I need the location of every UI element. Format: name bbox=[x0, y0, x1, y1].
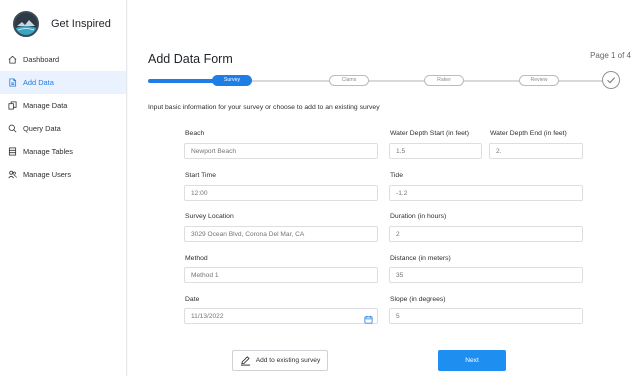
app-window: Get Inspired Dashboard Add Data Manage D… bbox=[0, 0, 640, 376]
file-icon bbox=[7, 78, 17, 88]
date-input[interactable] bbox=[184, 308, 378, 324]
form-intro: Input basic information for your survey … bbox=[148, 104, 380, 111]
water-depth-end-label: Water Depth End (in feet) bbox=[490, 130, 567, 137]
brand[interactable]: Get Inspired bbox=[0, 0, 126, 48]
beach-label: Beach bbox=[185, 130, 205, 137]
start-time-label: Start Time bbox=[185, 172, 216, 179]
beach-input[interactable] bbox=[184, 143, 378, 159]
duration-input[interactable] bbox=[389, 226, 583, 242]
distance-input[interactable] bbox=[389, 267, 583, 283]
home-icon bbox=[7, 55, 17, 65]
sidebar-item-dashboard[interactable]: Dashboard bbox=[0, 48, 126, 71]
form-stepper: Survey Clams Raker Review bbox=[148, 71, 620, 91]
step-survey[interactable]: Survey bbox=[212, 75, 252, 86]
sidebar-item-label: Manage Users bbox=[23, 170, 72, 179]
next-button[interactable]: Next bbox=[438, 350, 506, 371]
add-to-existing-survey-button[interactable]: Add to existing survey bbox=[232, 350, 328, 371]
date-picker[interactable] bbox=[184, 308, 378, 324]
sidebar-item-label: Add Data bbox=[23, 78, 54, 87]
users-icon bbox=[7, 170, 17, 180]
add-to-existing-survey-label: Add to existing survey bbox=[255, 357, 321, 364]
sidebar-nav: Dashboard Add Data Manage Data Query Dat… bbox=[0, 48, 126, 186]
pencil-icon bbox=[240, 355, 251, 366]
calendar-icon[interactable] bbox=[364, 311, 373, 324]
survey-location-input[interactable] bbox=[184, 226, 378, 242]
complete-check-icon[interactable] bbox=[602, 71, 620, 89]
method-label: Method bbox=[185, 255, 208, 262]
sidebar-item-query-data[interactable]: Query Data bbox=[0, 117, 126, 140]
water-depth-start-label: Water Depth Start (in feet) bbox=[390, 130, 470, 137]
sidebar-item-manage-data[interactable]: Manage Data bbox=[0, 94, 126, 117]
page-title: Add Data Form bbox=[148, 52, 233, 66]
distance-label: Distance (in meters) bbox=[390, 255, 451, 262]
main-content: Add Data Form Page 1 of 4 Survey Clams R… bbox=[128, 0, 640, 376]
copy-icon bbox=[7, 101, 17, 111]
sidebar-item-manage-tables[interactable]: Manage Tables bbox=[0, 140, 126, 163]
tide-label: Tide bbox=[390, 172, 403, 179]
start-time-input[interactable] bbox=[184, 185, 378, 201]
sidebar-item-label: Query Data bbox=[23, 124, 61, 133]
sidebar: Get Inspired Dashboard Add Data Manage D… bbox=[0, 0, 127, 376]
page-count: Page 1 of 4 bbox=[590, 51, 631, 60]
sidebar-item-manage-users[interactable]: Manage Users bbox=[0, 163, 126, 186]
slope-label: Slope (in degrees) bbox=[390, 296, 446, 303]
tide-input[interactable] bbox=[389, 185, 583, 201]
date-label: Date bbox=[185, 296, 200, 303]
sidebar-item-label: Dashboard bbox=[23, 55, 60, 64]
brand-name: Get Inspired bbox=[51, 18, 111, 30]
sidebar-item-label: Manage Data bbox=[23, 101, 68, 110]
step-review[interactable]: Review bbox=[519, 75, 559, 86]
water-depth-start-input[interactable] bbox=[389, 143, 482, 159]
search-icon bbox=[7, 124, 17, 134]
sidebar-item-label: Manage Tables bbox=[23, 147, 73, 156]
logo-icon bbox=[13, 11, 39, 37]
method-input[interactable] bbox=[184, 267, 378, 283]
step-raker[interactable]: Raker bbox=[424, 75, 464, 86]
slope-input[interactable] bbox=[389, 308, 583, 324]
step-clams[interactable]: Clams bbox=[329, 75, 369, 86]
survey-location-label: Survey Location bbox=[185, 213, 234, 220]
sidebar-item-add-data[interactable]: Add Data bbox=[0, 71, 126, 94]
water-depth-end-input[interactable] bbox=[489, 143, 583, 159]
duration-label: Duration (in hours) bbox=[390, 213, 447, 220]
table-icon bbox=[7, 147, 17, 157]
